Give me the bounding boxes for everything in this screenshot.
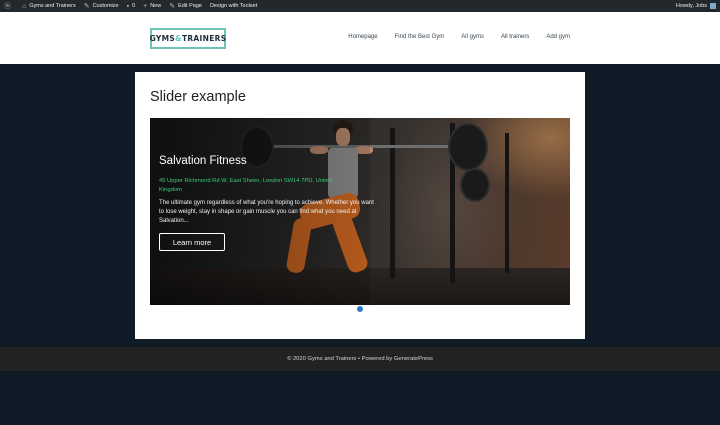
admin-site-name-label: Gyms and Trainers: [29, 3, 76, 9]
edit-page-label: Edit Page: [178, 3, 202, 9]
rack-post: [505, 133, 509, 273]
comments-count: 0: [132, 3, 136, 9]
rack-post: [390, 128, 395, 278]
site-logo[interactable]: GYMS & TRAINERS: [150, 28, 226, 49]
wordpress-icon: ⓦ: [4, 3, 11, 10]
footer-copyright: © 2020 Gyms and Trainers • Powered by Ge…: [287, 356, 433, 362]
slide-title: Salvation Fitness: [159, 155, 247, 167]
content-area: Slider example Salvation Fitness 45 Uppe…: [135, 72, 585, 339]
logo-part-gyms: GYMS: [149, 34, 176, 43]
wordpress-logo-button[interactable]: ⓦ: [0, 0, 18, 12]
page-title: Slider example: [150, 89, 246, 105]
pencil-icon: ✎: [169, 3, 176, 10]
comment-icon: ▪: [126, 2, 130, 10]
nav-item-find-best-gym[interactable]: Find the Best Gym: [395, 34, 445, 40]
image-slider[interactable]: Salvation Fitness 45 Upper Richmond Rd W…: [150, 118, 570, 305]
customize-link[interactable]: ✎ Customize: [80, 0, 123, 12]
brush-icon: ✎: [83, 3, 90, 10]
avatar: [710, 3, 716, 9]
admin-bar: ⓦ ⌂ Gyms and Trainers ✎ Customize ▪ 0 + …: [0, 0, 720, 12]
logo-part-trainers: TRAINERS: [181, 34, 227, 43]
main-navigation: Homepage Find the Best Gym All gyms All …: [331, 34, 570, 40]
greeting-label: Howdy, Jobs: [675, 3, 707, 9]
account-menu[interactable]: Howdy, Jobs: [672, 0, 720, 12]
site-header: GYMS & TRAINERS Homepage Find the Best Gym…: [0, 12, 720, 64]
new-label: New: [150, 3, 162, 9]
slider-pagination-dot[interactable]: [357, 306, 363, 312]
plus-icon: +: [143, 2, 148, 10]
nav-item-all-trainers[interactable]: All trainers: [501, 34, 529, 40]
design-toolset-link[interactable]: Design with Toolset: [206, 0, 261, 12]
weight-plate: [460, 168, 490, 202]
customize-label: Customize: [92, 3, 119, 9]
nav-item-all-gyms[interactable]: All gyms: [461, 34, 484, 40]
nav-item-homepage[interactable]: Homepage: [348, 34, 377, 40]
site-footer: © 2020 Gyms and Trainers • Powered by Ge…: [0, 347, 720, 371]
admin-site-name-link[interactable]: ⌂ Gyms and Trainers: [18, 0, 80, 12]
slide-address: 45 Upper Richmond Rd W, East Sheen, Lond…: [159, 178, 333, 193]
weight-plate: [448, 123, 488, 171]
edit-page-link[interactable]: ✎ Edit Page: [165, 0, 206, 12]
logo-ampersand: &: [175, 34, 182, 43]
home-icon: ⌂: [22, 2, 27, 10]
comments-link[interactable]: ▪ 0: [123, 0, 140, 12]
learn-more-button[interactable]: Learn more: [159, 233, 225, 251]
new-content-link[interactable]: + New: [139, 0, 165, 12]
nav-item-add-gym[interactable]: Add gym: [546, 34, 570, 40]
slide-description: The ultimate gym regardless of what you'…: [159, 200, 374, 224]
design-toolset-label: Design with Toolset: [209, 3, 258, 9]
